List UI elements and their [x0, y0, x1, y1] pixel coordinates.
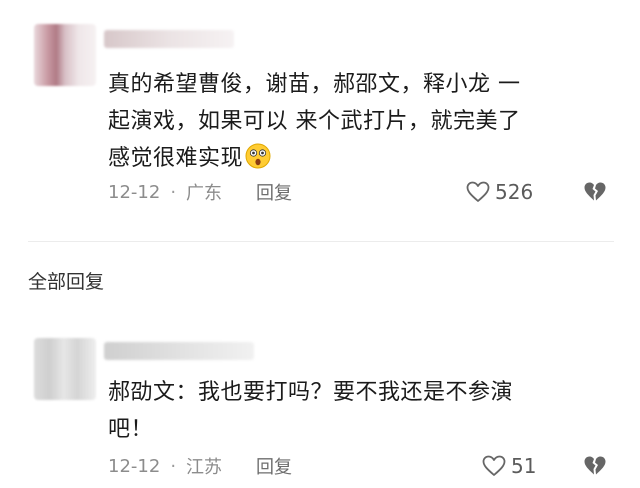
like-button[interactable]: 526 — [466, 178, 533, 206]
dislike-button[interactable] — [583, 181, 607, 207]
comment-line: 郝劭文：我也要打吗？要不我还是不参演 — [108, 380, 514, 405]
comment-date: 12-12 — [108, 455, 161, 477]
dislike-button[interactable] — [583, 455, 607, 481]
like-button[interactable]: 51 — [482, 452, 536, 480]
username[interactable] — [104, 30, 234, 48]
broken-heart-icon — [584, 182, 606, 201]
divider — [28, 241, 614, 242]
avatar[interactable] — [34, 338, 96, 400]
comment-meta: 12-12 · 广东 回复 — [108, 179, 292, 205]
username[interactable] — [104, 342, 254, 360]
like-count: 51 — [511, 454, 537, 478]
comment-line: 起演戏，如果可以 来个武打片，就完美了 — [108, 109, 521, 134]
comment-line: 感觉很难实现 — [108, 140, 613, 177]
comment-line: 真的希望曹俊，谢苗，郝邵文，释小龙 一 — [108, 72, 521, 97]
reply-button[interactable]: 回复 — [256, 179, 292, 205]
meta-separator: · — [170, 455, 177, 477]
astonished-face-emoji — [245, 143, 271, 169]
reply-button[interactable]: 回复 — [256, 453, 292, 479]
comment-location: 广东 — [186, 183, 223, 204]
meta-separator: · — [170, 181, 177, 203]
comment-date: 12-12 — [108, 181, 161, 203]
like-count: 526 — [495, 180, 534, 204]
comment-text: 郝劭文：我也要打吗？要不我还是不参演 吧！ — [108, 374, 613, 448]
broken-heart-icon — [584, 456, 606, 475]
heart-outline-icon — [466, 181, 490, 202]
comment-location: 江苏 — [186, 457, 223, 478]
comment-text: 真的希望曹俊，谢苗，郝邵文，释小龙 一 起演戏，如果可以 来个武打片，就完美了 … — [108, 66, 613, 177]
comment-line: 吧！ — [108, 417, 154, 442]
all-replies-title: 全部回复 — [28, 271, 105, 293]
heart-outline-icon — [482, 455, 506, 476]
avatar[interactable] — [34, 24, 96, 86]
comment-line-text: 感觉很难实现 — [108, 146, 244, 171]
comment-meta: 12-12 · 江苏 回复 — [108, 453, 292, 479]
